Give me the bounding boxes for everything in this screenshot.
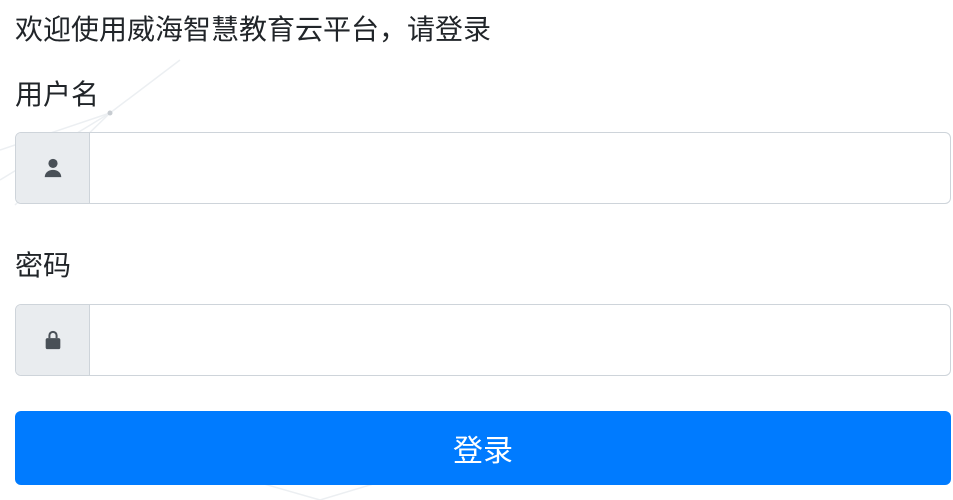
- password-addon: [16, 305, 90, 375]
- welcome-message: 欢迎使用威海智慧教育云平台，请登录: [15, 13, 492, 46]
- password-label: 密码: [15, 249, 72, 282]
- password-input-group: [15, 304, 951, 376]
- username-label: 用户名: [15, 78, 100, 111]
- login-button[interactable]: 登录: [15, 411, 951, 485]
- lock-icon: [45, 330, 60, 350]
- user-icon: [44, 158, 61, 178]
- username-input[interactable]: [90, 133, 950, 203]
- username-input-group: [15, 132, 951, 204]
- username-addon: [16, 133, 90, 203]
- password-input[interactable]: [90, 305, 950, 375]
